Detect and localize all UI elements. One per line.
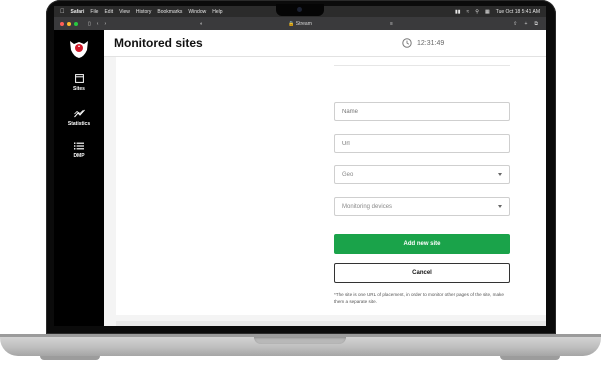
close-window-button[interactable] — [60, 21, 64, 26]
menu-item-view[interactable]: View — [119, 9, 130, 15]
clock-time: 12:31:49 — [417, 39, 445, 47]
search-icon[interactable]: ⚲ — [475, 9, 479, 15]
share-icon[interactable]: ⇧ — [513, 21, 517, 27]
sidebar-toggle-icon[interactable]: ▯ — [88, 21, 91, 27]
monitoring-devices-select[interactable]: Monitoring devices — [334, 197, 510, 216]
shield-icon[interactable]: ◐ — [200, 21, 203, 27]
window-controls — [60, 21, 78, 26]
laptop-foot-left — [40, 356, 100, 360]
menu-item-bookmarks[interactable]: Bookmarks — [157, 9, 182, 15]
laptop-thumb-notch — [254, 337, 346, 344]
back-icon[interactable]: ‹ — [97, 21, 99, 27]
sidebar: Sites Statistics DMP — [54, 30, 104, 326]
divider — [334, 65, 510, 66]
screen:  Safari File Edit View History Bookmark… — [54, 6, 546, 326]
name-field[interactable] — [342, 108, 492, 115]
menu-item-help[interactable]: Help — [212, 9, 222, 15]
list-icon — [74, 142, 84, 150]
menu-item-window[interactable]: Window — [188, 9, 206, 15]
menubar-datetime[interactable]: Tue Oct 18 5:41 AM — [496, 9, 540, 15]
browser-toolbar: ▯ ‹ › ◐ 🔒 Stream ≡ ⇧ + ⧉ — [54, 17, 546, 30]
help-note: *The site is one URL of placement, in or… — [334, 292, 504, 304]
url-input[interactable] — [334, 134, 510, 153]
new-tab-icon[interactable]: + — [525, 21, 528, 27]
camera-icon — [297, 7, 302, 12]
sidebar-item-dmp[interactable]: DMP — [54, 142, 104, 159]
main-content: Geo Monitoring devices Add new site Canc… — [104, 57, 546, 326]
page-header: Monitored sites 12:31:49 — [104, 30, 546, 57]
apple-icon[interactable]:  — [60, 9, 65, 15]
menu-item-edit[interactable]: Edit — [104, 9, 113, 15]
forward-icon[interactable]: › — [104, 21, 106, 27]
zoom-window-button[interactable] — [74, 21, 78, 26]
reader-icon[interactable]: ≡ — [390, 21, 393, 27]
camera-notch — [276, 4, 324, 16]
app: Sites Statistics DMP Monitored sites 12:… — [54, 30, 546, 326]
add-site-panel: Geo Monitoring devices Add new site Canc… — [116, 57, 546, 315]
chevron-down-icon — [498, 205, 502, 208]
geo-select-label: Geo — [342, 171, 354, 178]
address-text: Stream — [295, 20, 312, 27]
sidebar-item-label: Sites — [73, 86, 85, 92]
cancel-button[interactable]: Cancel — [334, 263, 510, 283]
menu-item-history[interactable]: History — [136, 9, 152, 15]
sidebar-item-statistics[interactable]: Statistics — [54, 109, 104, 127]
address-bar[interactable]: 🔒 Stream — [270, 21, 330, 27]
clock-icon — [402, 38, 412, 48]
sidebar-item-label: Statistics — [67, 121, 91, 127]
sidebar-item-sites[interactable]: Sites — [54, 74, 104, 92]
control-center-icon[interactable]: ▦ — [485, 9, 490, 15]
chevron-down-icon — [498, 173, 502, 176]
wifi-icon[interactable]: ≈ — [467, 9, 470, 15]
clock: 12:31:49 — [402, 38, 444, 48]
footer-strip — [116, 321, 546, 326]
devices-select-label: Monitoring devices — [342, 203, 393, 210]
laptop-foot-right — [500, 356, 560, 360]
url-field[interactable] — [342, 140, 492, 147]
name-input[interactable] — [334, 102, 510, 121]
menu-item-safari[interactable]: Safari — [71, 9, 85, 15]
chart-line-icon — [73, 109, 85, 118]
window-icon — [74, 74, 84, 83]
geo-select[interactable]: Geo — [334, 165, 510, 184]
minimize-window-button[interactable] — [67, 21, 71, 26]
page-title: Monitored sites — [114, 36, 203, 50]
battery-icon[interactable]: ▮▮ — [455, 9, 461, 15]
tabs-overview-icon[interactable]: ⧉ — [534, 21, 538, 27]
brand-logo[interactable] — [68, 38, 90, 60]
sidebar-item-label: DMP — [73, 153, 85, 159]
add-new-site-button[interactable]: Add new site — [334, 234, 510, 254]
menu-item-file[interactable]: File — [90, 9, 98, 15]
